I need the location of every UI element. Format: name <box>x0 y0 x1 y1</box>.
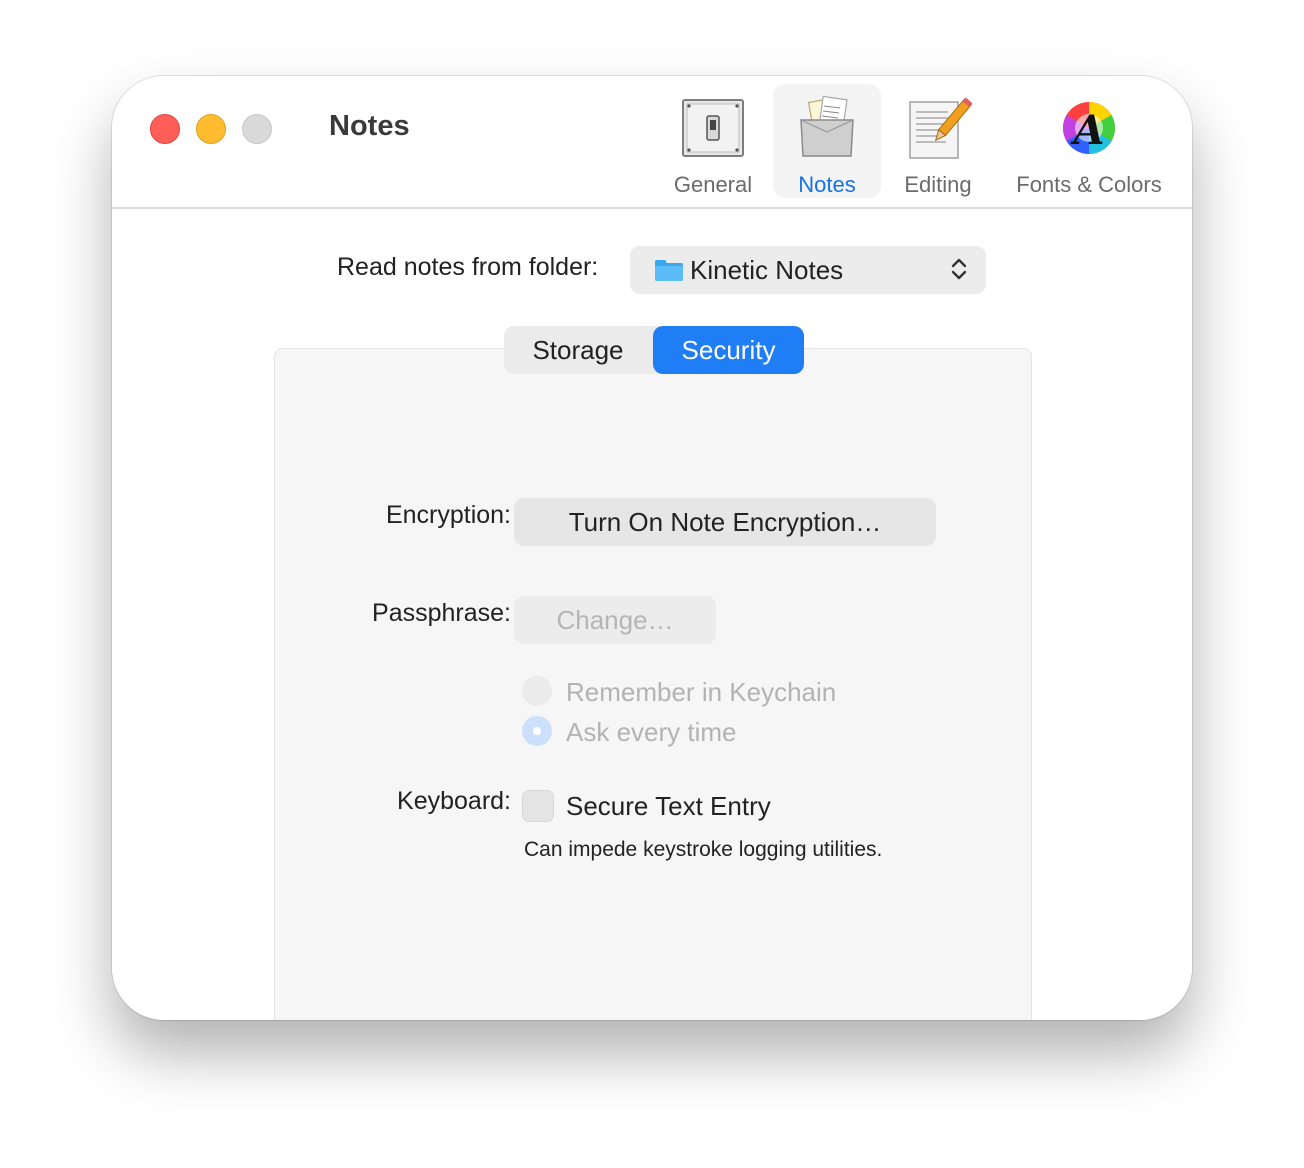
radio-remember-keychain[interactable] <box>522 676 552 706</box>
secure-text-entry-checkbox[interactable] <box>522 790 554 822</box>
encryption-label: Encryption: <box>385 501 511 529</box>
secure-text-entry-label: Secure Text Entry <box>566 791 771 821</box>
secure-entry-help-text: Can impede keystroke logging utilities. <box>524 838 883 861</box>
preferences-window: Notes General Notes Editing A Fonts & Co… <box>112 76 1192 1020</box>
radio-ask-every-time-label: Ask every time <box>566 717 737 747</box>
tab-switcher: Storage Security <box>504 326 804 374</box>
notes-bag-icon <box>800 95 854 157</box>
preferences-content: Read notes from folder: Kinetic Notes St… <box>112 209 1192 1020</box>
toolbar-label-editing: Editing <box>904 172 972 197</box>
toolbar-item-editing[interactable]: Editing <box>890 84 986 198</box>
toolbar-label-general: General <box>673 172 753 197</box>
toolbar-label-fonts-colors: Fonts & Colors <box>1016 172 1162 197</box>
close-button[interactable] <box>150 114 180 144</box>
folder-icon <box>655 260 683 281</box>
switch-icon <box>682 99 744 157</box>
folder-label: Read notes from folder: <box>337 253 599 281</box>
document-pencil-icon <box>909 97 972 159</box>
toolbar-item-notes[interactable]: Notes <box>773 84 881 198</box>
window-title: Notes <box>329 110 410 142</box>
zoom-button[interactable] <box>242 114 272 144</box>
color-font-icon: A <box>1063 102 1115 154</box>
minimize-button[interactable] <box>196 114 226 144</box>
folder-popup-value: Kinetic Notes <box>690 255 844 285</box>
passphrase-label: Passphrase: <box>372 599 511 627</box>
turn-on-encryption-button[interactable]: Turn On Note Encryption… <box>514 498 936 546</box>
radio-remember-keychain-label: Remember in Keychain <box>566 677 837 707</box>
radio-ask-every-time[interactable] <box>522 716 552 746</box>
toolbar-label-notes: Notes <box>798 172 856 197</box>
title-bar: Notes General Notes Editing A Fonts & Co… <box>112 76 1192 209</box>
toolbar-item-general[interactable]: General <box>662 84 764 198</box>
chevron-updown-icon <box>951 258 967 280</box>
tab-storage[interactable]: Storage <box>504 326 652 374</box>
change-passphrase-button[interactable]: Change… <box>514 596 716 644</box>
keyboard-label: Keyboard: <box>397 787 511 815</box>
toolbar-item-fonts-colors[interactable]: A Fonts & Colors <box>1000 84 1178 198</box>
tab-security[interactable]: Security <box>653 326 804 374</box>
folder-popup[interactable]: Kinetic Notes <box>630 246 986 294</box>
svg-text:A: A <box>1069 107 1104 154</box>
